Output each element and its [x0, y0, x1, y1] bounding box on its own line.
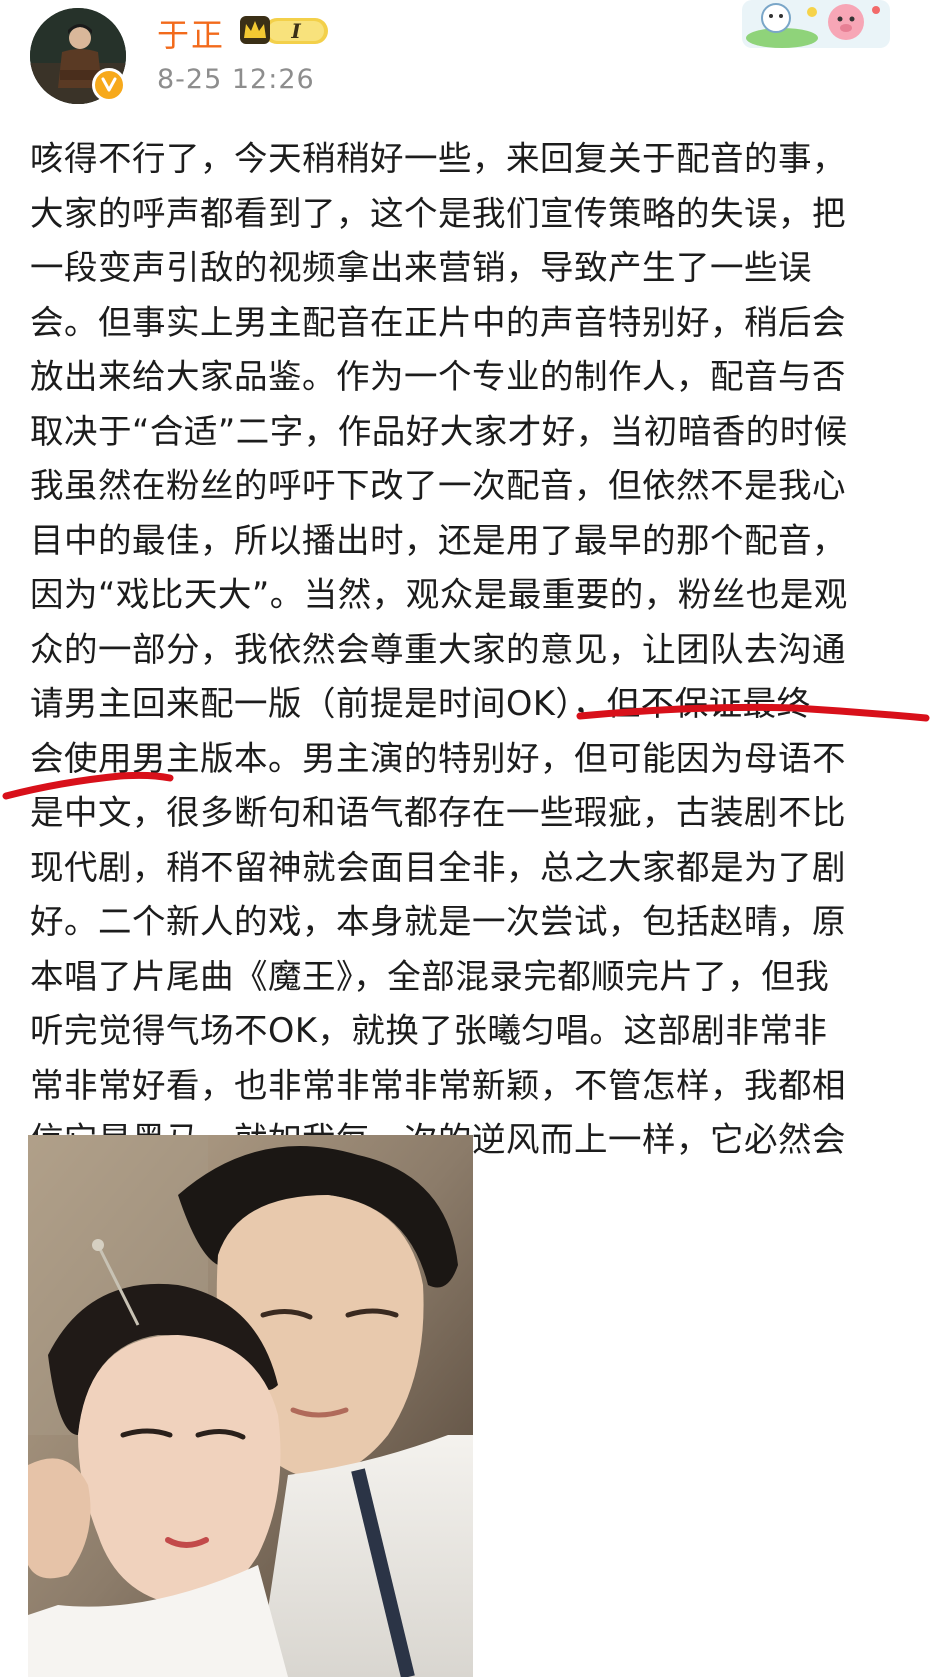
vip-crown-badge-icon[interactable]: I — [238, 12, 330, 48]
post-timestamp[interactable]: 8-25 12:26 — [157, 64, 315, 95]
drama-still-photo — [28, 1135, 473, 1677]
weibo-post: 于正 I 8-25 12:26 咳得不行了，今天稍稍好一些，来回复关于配音的事，… — [0, 0, 943, 1677]
post-body-text: 咳得不行了，今天稍稍好一些，来回复关于配音的事， 大家的呼声都看到了，这个是我们… — [30, 139, 848, 1214]
vip-level-label: I — [290, 19, 301, 43]
cartoon-decoration-icon — [742, 0, 890, 48]
verified-badge-icon — [92, 68, 126, 102]
username[interactable]: 于正 — [157, 10, 225, 56]
post-image-thumbnail[interactable] — [28, 1135, 473, 1677]
